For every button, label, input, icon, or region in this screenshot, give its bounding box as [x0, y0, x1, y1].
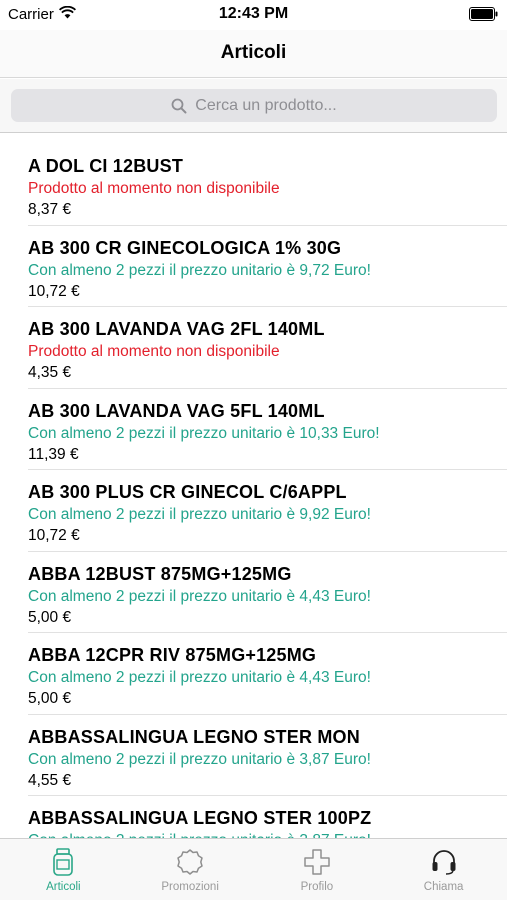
- tab-profilo[interactable]: Profilo: [254, 839, 381, 900]
- promo-note: Con almeno 2 pezzi il prezzo unitario è …: [28, 669, 371, 686]
- product-price: 5,00 €: [28, 690, 72, 707]
- product-name: AB 300 LAVANDA VAG 5FL 140ML: [28, 400, 325, 421]
- status-bar: Carrier 12:43 PM: [0, 0, 507, 30]
- headset-icon: [430, 848, 458, 876]
- product-name: ABBASSALINGUA LEGNO STER 100PZ: [28, 808, 372, 828]
- promo-note: Con almeno 2 pezzi il prezzo unitario è …: [28, 587, 371, 605]
- availability-note: Prodotto al momento non disponibile: [28, 343, 280, 360]
- product-price: 4,35 €: [28, 364, 72, 381]
- badge-icon: [176, 848, 204, 876]
- list-item[interactable]: ABBASSALINGUA LEGNO STER 100PZ Con almen…: [28, 796, 507, 838]
- promo-note: Con almeno 2 pezzi il prezzo unitario è …: [28, 506, 371, 523]
- availability-note: Prodotto al momento non disponibile: [28, 180, 280, 197]
- battery-icon: [469, 7, 499, 21]
- list-item[interactable]: AB 300 CR GINECOLOGICA 1% 30G Con almeno…: [28, 226, 507, 307]
- list-item[interactable]: A DOL CI 12BUST Prodotto al momento non …: [28, 144, 507, 226]
- tab-label: Chiama: [423, 881, 464, 893]
- bottle-icon: [52, 848, 74, 876]
- product-name: A DOL CI 12BUST: [28, 156, 184, 176]
- promo-note: Con almeno 2 pezzi il prezzo unitario è …: [28, 750, 371, 768]
- promo-note: Con almeno 2 pezzi il prezzo unitario è …: [28, 261, 371, 279]
- product-list[interactable]: A DOL CI 12BUST Prodotto al momento non …: [0, 144, 507, 838]
- tab-bar: Articoli Promozioni Profilo Chiama: [0, 838, 507, 900]
- product-price: 10,72 €: [28, 527, 80, 544]
- product-name: AB 300 LAVANDA VAG 2FL 140ML: [28, 319, 325, 339]
- cross-icon: [303, 848, 331, 876]
- list-item[interactable]: ABBA 12CPR RIV 875MG+125MG Con almeno 2 …: [28, 633, 507, 715]
- tab-articoli[interactable]: Articoli: [0, 839, 127, 900]
- app-screen: Carrier 12:43 PM Articoli Cerca un prodo…: [0, 0, 507, 900]
- tab-promozioni[interactable]: Promozioni: [127, 839, 254, 900]
- list-item[interactable]: AB 300 PLUS CR GINECOL C/6APPL Con almen…: [28, 470, 507, 552]
- tab-label: Profilo: [300, 881, 334, 893]
- search-icon: [171, 98, 187, 114]
- product-price: 8,37 €: [28, 201, 72, 218]
- list-item[interactable]: AB 300 LAVANDA VAG 2FL 140ML Prodotto al…: [28, 307, 507, 389]
- product-name: AB 300 PLUS CR GINECOL C/6APPL: [28, 482, 347, 502]
- product-name: ABBA 12CPR RIV 875MG+125MG: [28, 645, 317, 665]
- page-title: Articoli: [220, 42, 287, 63]
- product-name: ABBA 12BUST 875MG+125MG: [28, 563, 292, 584]
- list-item[interactable]: ABBASSALINGUA LEGNO STER MON Con almeno …: [28, 715, 507, 796]
- product-name: AB 300 CR GINECOLOGICA 1% 30G: [28, 237, 342, 258]
- product-name: ABBASSALINGUA LEGNO STER MON: [28, 726, 360, 747]
- list-item[interactable]: ABBA 12BUST 875MG+125MG Con almeno 2 pez…: [28, 552, 507, 633]
- navigation-bar: Articoli: [0, 30, 507, 78]
- promo-note: Con almeno 2 pezzi il prezzo unitario è …: [28, 424, 380, 442]
- tab-label: Promozioni: [161, 881, 219, 893]
- promo-note: Con almeno 2 pezzi il prezzo unitario è …: [28, 830, 507, 838]
- search-bar: Cerca un prodotto...: [0, 79, 507, 133]
- product-price: 10,72 €: [28, 282, 80, 300]
- tab-label: Articoli: [46, 881, 81, 893]
- search-input[interactable]: Cerca un prodotto...: [11, 89, 497, 122]
- product-price: 11,39 €: [28, 445, 79, 463]
- status-time: 12:43 PM: [218, 5, 289, 22]
- product-price: 4,55 €: [28, 771, 72, 789]
- list-item[interactable]: AB 300 LAVANDA VAG 5FL 140ML Con almeno …: [28, 389, 507, 470]
- tab-chiama[interactable]: Chiama: [380, 839, 507, 900]
- search-placeholder: Cerca un prodotto...: [195, 96, 337, 114]
- product-price: 5,00 €: [28, 608, 72, 626]
